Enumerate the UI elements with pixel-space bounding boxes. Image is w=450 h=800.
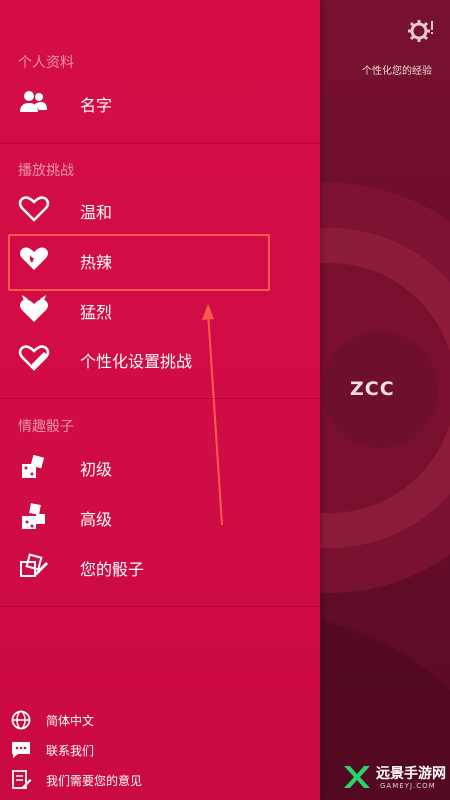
contact-us-label: 联系我们 xyxy=(46,744,95,758)
globe-icon xyxy=(10,710,32,730)
drawer-item-label: 猛烈 xyxy=(80,303,113,322)
dice-pencil-icon xyxy=(18,552,50,580)
feedback-icon xyxy=(10,770,32,790)
settings-icon[interactable] xyxy=(408,18,434,44)
navigation-drawer: 个人资料 名字 播放挑战 温和 热辣 猛烈 个性化设置挑战 情趣骰子 初级 高级… xyxy=(0,0,320,800)
drawer-item-name[interactable]: 名字 xyxy=(0,80,320,124)
heart-devil-icon xyxy=(18,295,50,323)
users-icon xyxy=(18,88,50,116)
chat-icon xyxy=(10,740,32,760)
heart-pencil-icon xyxy=(18,344,50,372)
section-title-dice: 情趣骰子 xyxy=(18,419,74,435)
drawer-item-label: 温和 xyxy=(80,203,113,222)
watermark: 远景手游网 GAMEYJ.COM xyxy=(338,760,448,796)
drawer-item-custom-challenge[interactable]: 个性化设置挑战 xyxy=(0,336,320,380)
divider xyxy=(0,143,320,144)
drawer-item-mild[interactable]: 温和 xyxy=(0,187,320,231)
drawer-item-label: 个性化设置挑战 xyxy=(80,352,193,371)
watermark-logo-icon xyxy=(342,762,372,792)
dice-advanced-icon xyxy=(18,502,50,530)
drawer-item-basic-dice[interactable]: 初级 xyxy=(0,444,320,488)
watermark-subtitle: GAMEYJ.COM xyxy=(380,782,436,790)
highlight-box xyxy=(8,234,270,291)
drawer-item-label: 初级 xyxy=(80,460,113,479)
drawer-item-advanced-dice[interactable]: 高级 xyxy=(0,494,320,538)
profile-initials[interactable]: ZCC xyxy=(350,378,395,400)
personalize-text: 个性化您的经验 xyxy=(362,66,432,77)
drawer-item-label: 您的骰子 xyxy=(80,560,145,579)
heart-outline-icon xyxy=(18,195,50,223)
drawer-item-label: 高级 xyxy=(80,510,113,529)
section-title-profile: 个人资料 xyxy=(18,55,74,71)
divider xyxy=(0,398,320,399)
divider xyxy=(0,606,320,607)
watermark-title: 远景手游网 xyxy=(376,766,446,782)
dice-basic-icon xyxy=(18,452,50,480)
language-item[interactable]: 简体中文 xyxy=(0,706,320,734)
feedback-item[interactable]: 我们需要您的意见 xyxy=(0,766,320,794)
feedback-label: 我们需要您的意见 xyxy=(46,774,143,788)
drawer-item-intense[interactable]: 猛烈 xyxy=(0,287,320,331)
drawer-item-label: 名字 xyxy=(80,96,113,115)
language-label: 简体中文 xyxy=(46,714,95,728)
contact-us-item[interactable]: 联系我们 xyxy=(0,736,320,764)
drawer-item-your-dice[interactable]: 您的骰子 xyxy=(0,544,320,588)
section-title-challenges: 播放挑战 xyxy=(18,163,74,179)
